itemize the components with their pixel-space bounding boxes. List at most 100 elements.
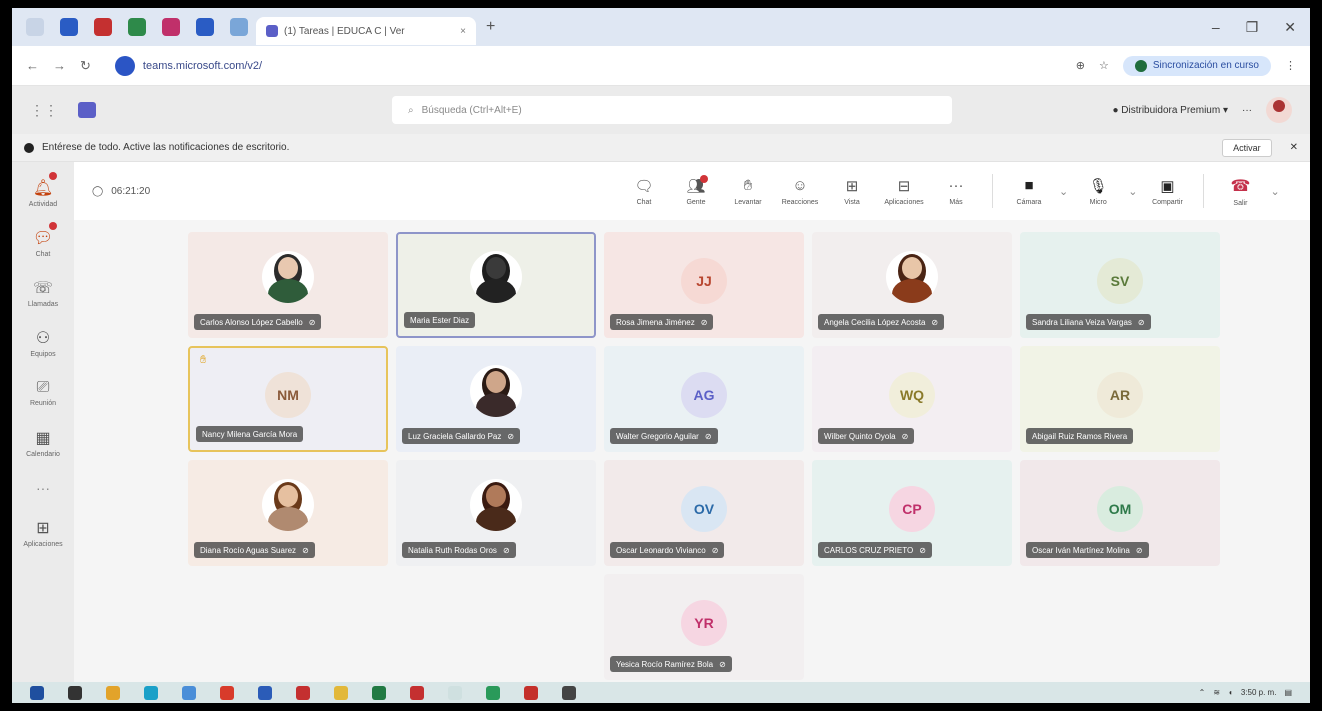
participant-name-tag: CARLOS CRUZ PRIETO ⊘ — [818, 542, 932, 558]
participant-tile[interactable]: AG Walter Gregorio Aguilar ⊘ — [604, 346, 804, 452]
participant-tile[interactable]: AR Abigail Ruiz Ramos Rivera — [1020, 346, 1220, 452]
grid-icon: ⊞ — [845, 177, 859, 195]
url-field[interactable]: teams.microsoft.com/v2/ — [105, 52, 272, 80]
participant-tile[interactable]: WQ Wilber Quinto Oyola ⊘ — [812, 346, 1012, 452]
whatsapp-icon[interactable] — [486, 685, 500, 700]
participant-tile[interactable]: Carlos Alonso López Cabello ⊘ — [188, 232, 388, 338]
search-input[interactable]: ⌕ Búsqueda (Ctrl+Alt+E) — [392, 96, 952, 124]
participant-name-tag: Rosa Jimena Jiménez ⊘ — [610, 314, 714, 330]
start-icon[interactable] — [30, 685, 44, 700]
participant-tile[interactable]: OV Oscar Leonardo Vivianco ⊘ — [604, 460, 804, 566]
taskbar-app-icon[interactable] — [524, 685, 538, 700]
forward-icon[interactable]: → — [53, 58, 66, 73]
search-icon[interactable] — [68, 685, 82, 700]
participant-tile[interactable]: SV Sandra Liliana Veiza Vargas ⊘ — [1020, 232, 1220, 338]
leave-button[interactable]: ☎︎ Salir — [1218, 176, 1262, 207]
browser-menu-icon[interactable]: ⋮ — [1285, 59, 1296, 72]
more-options-icon[interactable]: ··· — [1242, 105, 1252, 116]
rail-item-meeting[interactable]: ⎚ Reunión — [15, 368, 71, 418]
tab-favicon[interactable] — [128, 18, 146, 36]
share-button[interactable]: ▣ Compartir — [1145, 177, 1189, 206]
clock[interactable]: 3:50 p. m. — [1241, 688, 1277, 697]
notifications-icon[interactable]: ▤ — [1284, 688, 1292, 697]
maximize-icon[interactable]: ❐ — [1246, 19, 1259, 36]
back-icon[interactable]: ← — [26, 58, 39, 73]
chat-button[interactable]: 🗨︎ Chat — [622, 177, 666, 206]
edge-icon[interactable] — [144, 685, 158, 700]
minimize-icon[interactable]: – — [1212, 19, 1220, 36]
taskbar-app-icon[interactable] — [296, 685, 310, 700]
participant-tile[interactable]: YR Yesica Rocío Ramírez Bola ⊘ — [604, 574, 804, 680]
avatar[interactable] — [1266, 97, 1292, 123]
folder-icon[interactable] — [334, 685, 348, 700]
browser-tab-strip: (1) Tareas | EDUCA C | Ver × + – ❐ ✕ — [12, 8, 1310, 46]
participant-tile[interactable]: Diana Rocío Aguas Suarez ⊘ — [188, 460, 388, 566]
profile-button[interactable]: Sincronización en curso — [1122, 55, 1271, 76]
participant-name: Angela Cecilia López Acosta — [824, 317, 926, 327]
camera-options-chevron-icon[interactable]: ⌄ — [1059, 185, 1068, 198]
taskbar-app-icon[interactable] — [182, 685, 196, 700]
volume-icon[interactable]: ◖ — [1228, 688, 1233, 697]
close-banner-icon[interactable]: ✕ — [1290, 142, 1298, 153]
more-button[interactable]: ··· Más — [934, 177, 978, 206]
rail-item-chat[interactable]: 💬︎ Chat — [15, 218, 71, 268]
tab-favicon[interactable] — [60, 18, 78, 36]
zoom-icon[interactable]: ⊕ — [1076, 59, 1085, 72]
word-icon[interactable] — [258, 685, 272, 700]
rail-item-apps[interactable]: ⊞ Aplicaciones — [15, 508, 71, 558]
apps-button[interactable]: ⊟ Aplicaciones — [882, 177, 926, 206]
site-info-icon[interactable] — [114, 55, 135, 76]
calendar-icon: ▦ — [35, 430, 51, 447]
mic-button[interactable]: 🎙︎ Micro — [1076, 177, 1120, 206]
tab-favicon[interactable] — [196, 18, 214, 36]
taskbar-app-icon[interactable] — [448, 685, 462, 700]
meeting-timer: ◯ 06:21:20 — [92, 186, 150, 197]
more-apps-icon[interactable]: ··· — [36, 480, 50, 496]
rail-label: Chat — [35, 251, 51, 258]
mic-muted-icon: ⊘ — [711, 545, 719, 555]
view-button[interactable]: ⊞ Vista — [830, 177, 874, 206]
wifi-icon[interactable]: ≋ — [1213, 688, 1220, 697]
participant-tile[interactable]: CP CARLOS CRUZ PRIETO ⊘ — [812, 460, 1012, 566]
taskbar-app-icon[interactable] — [106, 685, 120, 700]
leave-options-chevron-icon[interactable]: ⌄ — [1270, 185, 1279, 198]
tray-chevron-icon[interactable]: ⌃ — [1199, 688, 1206, 697]
reload-icon[interactable]: ↻ — [80, 58, 91, 74]
rail-label: Equipos — [30, 351, 56, 358]
participant-tile[interactable]: Angela Cecilia López Acosta ⊘ — [812, 232, 1012, 338]
mic-options-chevron-icon[interactable]: ⌄ — [1128, 185, 1137, 198]
participant-tile[interactable]: Maria Ester Diaz — [396, 232, 596, 338]
app-launcher-icon[interactable]: ⋮⋮ — [30, 102, 58, 119]
mic-muted-icon: ⊘ — [700, 317, 708, 327]
screen: (1) Tareas | EDUCA C | Ver × + – ❐ ✕ ← →… — [12, 8, 1310, 703]
participant-tile[interactable]: JJ Rosa Jimena Jiménez ⊘ — [604, 232, 804, 338]
tab-favicon[interactable] — [230, 18, 248, 36]
rail-item-calendar[interactable]: ▦ Calendario — [15, 418, 71, 468]
people-button[interactable]: 👥︎ Gente — [674, 174, 718, 206]
raise-hand-button[interactable]: ✋︎ Levantar — [726, 177, 770, 206]
activate-notifications-button[interactable]: Activar — [1222, 138, 1272, 157]
camera-button[interactable]: ■ Cámara — [1007, 177, 1051, 206]
close-window-icon[interactable]: ✕ — [1284, 19, 1296, 36]
org-switcher[interactable]: ● Distribuidora Premium ▾ — [1112, 105, 1228, 116]
bookmark-star-icon[interactable]: ☆ — [1099, 59, 1109, 72]
participant-name-tag: Maria Ester Diaz — [404, 312, 476, 328]
new-tab-icon[interactable]: + — [486, 18, 495, 36]
participant-tile[interactable]: Natalia Ruth Rodas Oros ⊘ — [396, 460, 596, 566]
taskbar-app-icon[interactable] — [410, 685, 424, 700]
tab-favicon[interactable] — [162, 18, 180, 36]
participant-tile[interactable]: OM Oscar Iván Martínez Molina ⊘ — [1020, 460, 1220, 566]
rail-item-calls[interactable]: ☏ Llamadas — [15, 268, 71, 318]
participant-tile[interactable]: Luz Graciela Gallardo Paz ⊘ — [396, 346, 596, 452]
tab-favicon[interactable] — [94, 18, 112, 36]
rail-item-teams[interactable]: ⚇ Equipos — [15, 318, 71, 368]
close-tab-icon[interactable]: × — [460, 26, 466, 37]
rail-item-activity[interactable]: 🔔︎ Actividad — [15, 168, 71, 218]
participant-tile[interactable]: NM ✋︎ Nancy Milena García Mora — [188, 346, 388, 452]
excel-icon[interactable] — [372, 685, 386, 700]
taskbar-app-icon[interactable] — [220, 685, 234, 700]
tab-search-icon[interactable] — [26, 18, 44, 36]
taskbar-app-icon[interactable] — [562, 685, 576, 700]
active-tab[interactable]: (1) Tareas | EDUCA C | Ver × — [256, 17, 476, 45]
reactions-button[interactable]: ☺ Reacciones — [778, 177, 822, 206]
